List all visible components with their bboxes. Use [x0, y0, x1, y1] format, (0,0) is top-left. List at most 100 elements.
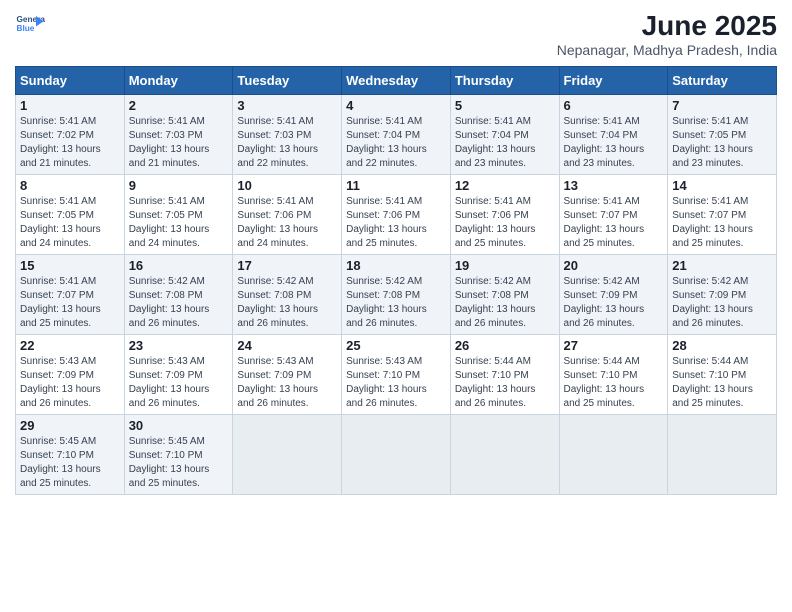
day-number: 19: [455, 258, 555, 273]
day-info: Sunrise: 5:41 AM Sunset: 7:04 PM Dayligh…: [455, 115, 555, 171]
day-info: Sunrise: 5:43 AM Sunset: 7:09 PM Dayligh…: [237, 355, 337, 411]
day-info: Sunrise: 5:41 AM Sunset: 7:05 PM Dayligh…: [129, 195, 229, 251]
calendar-cell: 23 Sunrise: 5:43 AM Sunset: 7:09 PM Dayli…: [124, 335, 233, 415]
day-number: 12: [455, 178, 555, 193]
col-saturday: Saturday: [668, 67, 777, 95]
svg-text:Blue: Blue: [17, 24, 35, 33]
calendar-cell: 16 Sunrise: 5:42 AM Sunset: 7:08 PM Dayli…: [124, 255, 233, 335]
day-number: 26: [455, 338, 555, 353]
day-info: Sunrise: 5:41 AM Sunset: 7:03 PM Dayligh…: [237, 115, 337, 171]
day-info: Sunrise: 5:41 AM Sunset: 7:05 PM Dayligh…: [20, 195, 120, 251]
day-number: 17: [237, 258, 337, 273]
calendar-cell: 21 Sunrise: 5:42 AM Sunset: 7:09 PM Dayli…: [668, 255, 777, 335]
calendar-cell: 3 Sunrise: 5:41 AM Sunset: 7:03 PM Daylig…: [233, 95, 342, 175]
day-number: 7: [672, 98, 772, 113]
day-info: Sunrise: 5:43 AM Sunset: 7:10 PM Dayligh…: [346, 355, 446, 411]
calendar-cell: 19 Sunrise: 5:42 AM Sunset: 7:08 PM Dayli…: [450, 255, 559, 335]
day-number: 16: [129, 258, 229, 273]
calendar-cell: 10 Sunrise: 5:41 AM Sunset: 7:06 PM Dayli…: [233, 175, 342, 255]
day-info: Sunrise: 5:42 AM Sunset: 7:08 PM Dayligh…: [346, 275, 446, 331]
calendar-cell: [668, 415, 777, 495]
day-number: 11: [346, 178, 446, 193]
logo: General Blue: [15, 10, 45, 40]
day-number: 9: [129, 178, 229, 193]
day-number: 13: [564, 178, 664, 193]
day-number: 20: [564, 258, 664, 273]
calendar-table: Sunday Monday Tuesday Wednesday Thursday…: [15, 66, 777, 495]
calendar-row: 8Sunrise: 5:41 AM Sunset: 7:05 PM Daylig…: [16, 175, 777, 255]
col-wednesday: Wednesday: [342, 67, 451, 95]
day-info: Sunrise: 5:42 AM Sunset: 7:08 PM Dayligh…: [455, 275, 555, 331]
calendar-cell: 2 Sunrise: 5:41 AM Sunset: 7:03 PM Daylig…: [124, 95, 233, 175]
page-header: General Blue June 2025 Nepanagar, Madhya…: [15, 10, 777, 58]
calendar-row: 15Sunrise: 5:41 AM Sunset: 7:07 PM Dayli…: [16, 255, 777, 335]
month-title: June 2025: [557, 10, 777, 42]
day-info: Sunrise: 5:41 AM Sunset: 7:05 PM Dayligh…: [672, 115, 772, 171]
day-number: 24: [237, 338, 337, 353]
calendar-row: 1Sunrise: 5:41 AM Sunset: 7:02 PM Daylig…: [16, 95, 777, 175]
day-info: Sunrise: 5:44 AM Sunset: 7:10 PM Dayligh…: [455, 355, 555, 411]
day-info: Sunrise: 5:42 AM Sunset: 7:09 PM Dayligh…: [672, 275, 772, 331]
day-number: 29: [20, 418, 120, 433]
day-info: Sunrise: 5:42 AM Sunset: 7:08 PM Dayligh…: [237, 275, 337, 331]
calendar-cell: 7 Sunrise: 5:41 AM Sunset: 7:05 PM Daylig…: [668, 95, 777, 175]
calendar-cell: 4 Sunrise: 5:41 AM Sunset: 7:04 PM Daylig…: [342, 95, 451, 175]
calendar-cell: 30Sunrise: 5:45 AM Sunset: 7:10 PM Dayli…: [124, 415, 233, 495]
day-info: Sunrise: 5:42 AM Sunset: 7:09 PM Dayligh…: [564, 275, 664, 331]
calendar-cell: 27 Sunrise: 5:44 AM Sunset: 7:10 PM Dayli…: [559, 335, 668, 415]
calendar-cell: 1Sunrise: 5:41 AM Sunset: 7:02 PM Daylig…: [16, 95, 125, 175]
day-info: Sunrise: 5:42 AM Sunset: 7:08 PM Dayligh…: [129, 275, 229, 331]
calendar-cell: [450, 415, 559, 495]
day-number: 25: [346, 338, 446, 353]
col-thursday: Thursday: [450, 67, 559, 95]
calendar-row: 29 Sunrise: 5:45 AM Sunset: 7:10 PM Dayli…: [16, 415, 777, 495]
logo-icon: General Blue: [15, 10, 45, 40]
calendar-cell: 24 Sunrise: 5:43 AM Sunset: 7:09 PM Dayli…: [233, 335, 342, 415]
day-info: Sunrise: 5:41 AM Sunset: 7:07 PM Dayligh…: [20, 275, 120, 331]
day-info: Sunrise: 5:41 AM Sunset: 7:07 PM Dayligh…: [564, 195, 664, 251]
col-friday: Friday: [559, 67, 668, 95]
day-info: Sunrise: 5:41 AM Sunset: 7:04 PM Dayligh…: [346, 115, 446, 171]
calendar-cell: 13 Sunrise: 5:41 AM Sunset: 7:07 PM Dayli…: [559, 175, 668, 255]
calendar-cell: 11 Sunrise: 5:41 AM Sunset: 7:06 PM Dayli…: [342, 175, 451, 255]
day-number: 23: [129, 338, 229, 353]
day-number: 22: [20, 338, 120, 353]
calendar-cell: 22 Sunrise: 5:43 AM Sunset: 7:09 PM Dayli…: [16, 335, 125, 415]
day-info: Sunrise: 5:44 AM Sunset: 7:10 PM Dayligh…: [564, 355, 664, 411]
calendar-cell: 12 Sunrise: 5:41 AM Sunset: 7:06 PM Dayli…: [450, 175, 559, 255]
calendar-cell: 28Sunrise: 5:44 AM Sunset: 7:10 PM Dayli…: [668, 335, 777, 415]
day-info: Sunrise: 5:41 AM Sunset: 7:06 PM Dayligh…: [346, 195, 446, 251]
day-number: 18: [346, 258, 446, 273]
day-info: Sunrise: 5:41 AM Sunset: 7:07 PM Dayligh…: [672, 195, 772, 251]
day-info: Sunrise: 5:45 AM Sunset: 7:10 PM Dayligh…: [20, 435, 120, 491]
calendar-cell: [342, 415, 451, 495]
day-number: 3: [237, 98, 337, 113]
header-row: Sunday Monday Tuesday Wednesday Thursday…: [16, 67, 777, 95]
calendar-cell: 17 Sunrise: 5:42 AM Sunset: 7:08 PM Dayli…: [233, 255, 342, 335]
day-number: 4: [346, 98, 446, 113]
day-number: 5: [455, 98, 555, 113]
day-info: Sunrise: 5:41 AM Sunset: 7:02 PM Dayligh…: [20, 115, 120, 171]
calendar-body: 1Sunrise: 5:41 AM Sunset: 7:02 PM Daylig…: [16, 95, 777, 495]
day-info: Sunrise: 5:41 AM Sunset: 7:06 PM Dayligh…: [237, 195, 337, 251]
calendar-cell: [559, 415, 668, 495]
calendar-cell: 18 Sunrise: 5:42 AM Sunset: 7:08 PM Dayli…: [342, 255, 451, 335]
day-number: 10: [237, 178, 337, 193]
location-title: Nepanagar, Madhya Pradesh, India: [557, 42, 777, 58]
day-number: 2: [129, 98, 229, 113]
day-info: Sunrise: 5:43 AM Sunset: 7:09 PM Dayligh…: [129, 355, 229, 411]
day-number: 6: [564, 98, 664, 113]
calendar-row: 22 Sunrise: 5:43 AM Sunset: 7:09 PM Dayli…: [16, 335, 777, 415]
col-sunday: Sunday: [16, 67, 125, 95]
day-info: Sunrise: 5:41 AM Sunset: 7:06 PM Dayligh…: [455, 195, 555, 251]
calendar-cell: 25 Sunrise: 5:43 AM Sunset: 7:10 PM Dayli…: [342, 335, 451, 415]
calendar-cell: 29 Sunrise: 5:45 AM Sunset: 7:10 PM Dayli…: [16, 415, 125, 495]
day-info: Sunrise: 5:41 AM Sunset: 7:03 PM Dayligh…: [129, 115, 229, 171]
col-monday: Monday: [124, 67, 233, 95]
day-number: 14: [672, 178, 772, 193]
calendar-cell: 6Sunrise: 5:41 AM Sunset: 7:04 PM Daylig…: [559, 95, 668, 175]
day-info: Sunrise: 5:43 AM Sunset: 7:09 PM Dayligh…: [20, 355, 120, 411]
day-number: 27: [564, 338, 664, 353]
day-number: 21: [672, 258, 772, 273]
calendar-cell: 5 Sunrise: 5:41 AM Sunset: 7:04 PM Daylig…: [450, 95, 559, 175]
